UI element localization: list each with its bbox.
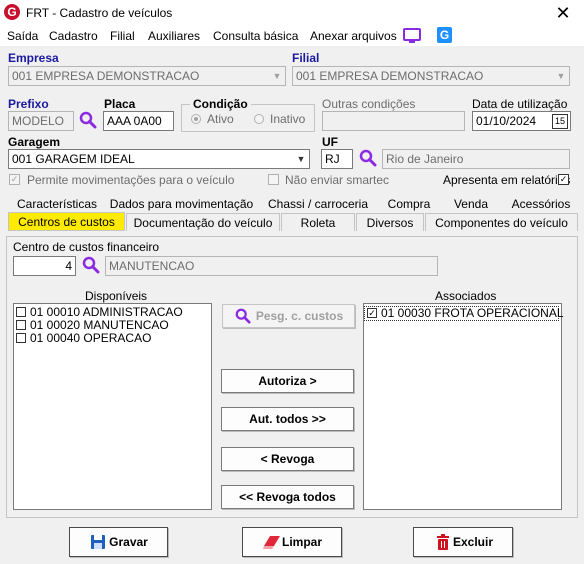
calendar-icon[interactable]: 15	[552, 114, 568, 129]
uf-nome-field: Rio de Janeiro	[382, 149, 570, 169]
tab-dados-movimentacao[interactable]: Dados para movimentação	[107, 195, 256, 213]
tab-diversos[interactable]: Diversos	[356, 213, 424, 231]
tab-centros-de-custos[interactable]: Centros de custos	[8, 212, 125, 231]
list-item-label: 01 00030 FROTA OPERACIONAL	[381, 306, 564, 320]
help-g-icon[interactable]: G	[437, 27, 452, 43]
eraser-icon	[263, 536, 280, 549]
chevron-down-icon[interactable]: ▼	[553, 67, 569, 85]
outras-condicoes-field	[322, 111, 465, 131]
list-item[interactable]: 01 00040 OPERACAO	[14, 332, 211, 345]
revoga-todos-button[interactable]: << Revoga todos	[221, 485, 354, 509]
chevron-down-icon[interactable]: ▼	[269, 67, 285, 85]
search-prefixo-icon[interactable]	[79, 111, 97, 132]
condicao-label: Condição	[190, 97, 251, 111]
apresenta-relatorios-label: Apresenta em relatórios	[443, 173, 571, 187]
radio-inativo-label: Inativo	[270, 112, 306, 126]
app-logo-icon: G	[4, 4, 20, 20]
apresenta-relatorios-checkbox[interactable]: ✓	[558, 174, 569, 185]
empresa-label: Empresa	[8, 51, 59, 65]
centro-custos-code-field[interactable]: 4	[13, 256, 76, 276]
search-centro-custos-icon[interactable]	[82, 256, 100, 277]
filial-value: 001 EMPRESA DEMONSTRACAO	[296, 69, 484, 83]
tab-acessorios[interactable]: Acessórios	[504, 195, 578, 213]
autoriza-button[interactable]: Autoriza >	[221, 369, 354, 393]
menu-consulta-basica[interactable]: Consulta básica	[213, 29, 298, 43]
menu-cadastro[interactable]: Cadastro	[49, 29, 98, 43]
filial-label: Filial	[292, 51, 320, 65]
placa-label: Placa	[104, 97, 136, 111]
list-item-label: 01 00010 ADMINISTRACAO	[30, 305, 183, 319]
list-item-checkbox[interactable]	[16, 320, 26, 330]
menu-auxiliares[interactable]: Auxiliares	[148, 29, 200, 43]
tab-documentacao-veiculo[interactable]: Documentação do veículo	[126, 213, 280, 231]
list-item-checkbox[interactable]	[16, 307, 26, 317]
empresa-combo[interactable]: 001 EMPRESA DEMONSTRACAO ▼	[8, 66, 286, 86]
list-item-checkbox[interactable]: ✓	[367, 308, 377, 318]
radio-ativo-label: Ativo	[207, 112, 234, 126]
garagem-value: 001 GARAGEM IDEAL	[12, 152, 135, 166]
tab-roleta[interactable]: Roleta	[281, 213, 355, 231]
monitor-icon[interactable]	[403, 28, 421, 47]
close-icon[interactable]: ✕	[548, 3, 578, 23]
save-icon	[91, 535, 105, 549]
tab-caracteristicas[interactable]: Características	[8, 195, 106, 213]
radio-ativo[interactable]	[191, 114, 201, 124]
data-utilizacao-field[interactable]: 01/10/2024 15	[472, 111, 571, 131]
garagem-combo[interactable]: 001 GARAGEM IDEAL ▼	[8, 149, 310, 169]
radio-inativo[interactable]	[254, 114, 264, 124]
permite-mov-label: Permite movimentações para o veículo	[27, 173, 235, 187]
permite-mov-checkbox[interactable]: ✓	[9, 174, 20, 185]
search-icon	[235, 308, 251, 324]
centro-custos-label: Centro de custos financeiro	[13, 240, 160, 254]
data-utilizacao-value: 01/10/2024	[476, 114, 537, 128]
excluir-button[interactable]: Excluir	[413, 527, 513, 557]
disponiveis-header: Disponíveis	[85, 289, 148, 303]
pesquisa-centro-custos-button[interactable]: Pesg. c. custos	[222, 304, 355, 328]
associados-list[interactable]: ✓ 01 00030 FROTA OPERACIONAL	[363, 303, 564, 510]
disponiveis-list[interactable]: 01 00010 ADMINISTRACAO 01 00020 MANUTENC…	[13, 303, 212, 510]
tab-componentes-veiculo[interactable]: Componentes do veículo	[425, 213, 578, 231]
empresa-value: 001 EMPRESA DEMONSTRACAO	[12, 69, 200, 83]
limpar-button[interactable]: Limpar	[242, 527, 342, 557]
autoriza-todos-button[interactable]: Aut. todos >>	[221, 407, 354, 431]
list-item[interactable]: ✓ 01 00030 FROTA OPERACIONAL	[364, 306, 564, 321]
prefixo-field[interactable]: MODELO	[8, 111, 74, 131]
nao-enviar-checkbox[interactable]	[268, 174, 279, 185]
tab-venda[interactable]: Venda	[440, 195, 502, 213]
data-utilizacao-label: Data de utilização	[472, 97, 568, 111]
filial-combo[interactable]: 001 EMPRESA DEMONSTRACAO ▼	[292, 66, 570, 86]
centro-custos-name-field: MANUTENCAO	[105, 256, 438, 276]
menu-saida[interactable]: Saída	[7, 29, 38, 43]
tab-chassi-carroceria[interactable]: Chassi / carroceria	[258, 195, 378, 213]
uf-label: UF	[322, 135, 338, 149]
associados-header: Associados	[435, 289, 497, 303]
revoga-button[interactable]: < Revoga	[221, 447, 354, 471]
outras-condicoes-label: Outras condições	[322, 97, 416, 111]
prefixo-label: Prefixo	[8, 97, 49, 111]
nao-enviar-label: Não enviar smartec	[285, 173, 390, 187]
garagem-label: Garagem	[8, 135, 61, 149]
chevron-down-icon[interactable]: ▼	[293, 150, 309, 168]
placa-field[interactable]: AAA 0A00	[103, 111, 174, 131]
list-item-label: 01 00020 MANUTENCAO	[30, 318, 169, 332]
list-item-label: 01 00040 OPERACAO	[30, 331, 152, 345]
gravar-button[interactable]: Gravar	[69, 527, 168, 557]
trash-icon	[437, 534, 449, 550]
search-uf-icon[interactable]	[359, 149, 377, 170]
menu-anexar-arquivos[interactable]: Anexar arquivos	[310, 29, 397, 43]
list-item-checkbox[interactable]	[16, 333, 26, 343]
menu-filial[interactable]: Filial	[110, 29, 135, 43]
uf-field[interactable]: RJ	[321, 149, 353, 169]
tab-compra[interactable]: Compra	[380, 195, 438, 213]
window-title: FRT - Cadastro de veículos	[26, 6, 173, 20]
